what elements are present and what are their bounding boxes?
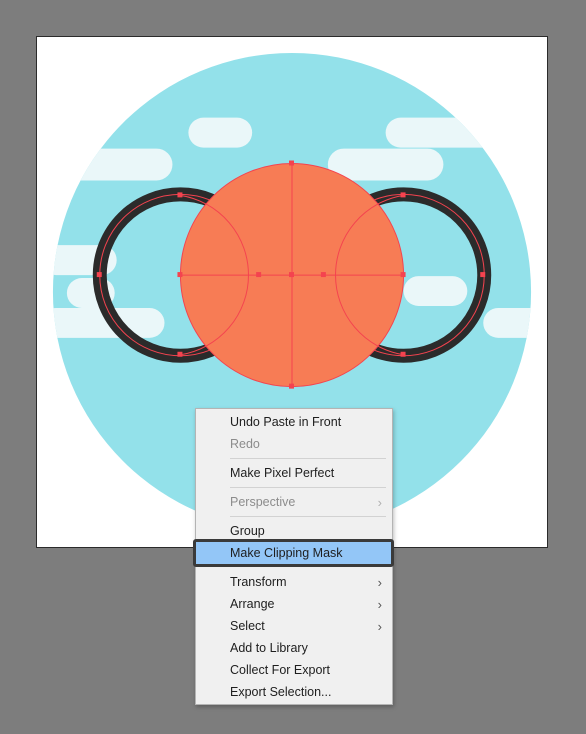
menu-item-make-clipping-mask[interactable]: Make Clipping Mask [193,539,394,567]
menu-item-select[interactable]: Select › [196,616,392,637]
chevron-right-icon: › [377,619,382,634]
menu-item-add-to-library[interactable]: Add to Library [196,638,392,659]
menu-item-label: Select [230,619,265,633]
menu-item-label: Group [230,524,265,538]
anchor-point[interactable] [289,160,294,166]
anchor-point[interactable] [256,272,262,278]
menu-separator [230,516,386,517]
menu-item-collect-for-export[interactable]: Collect For Export [196,660,392,681]
menu-separator [230,458,386,459]
menu-item-label: Undo Paste in Front [230,415,342,429]
menu-item-label: Redo [230,437,260,451]
menu-item-undo-paste-in-front[interactable]: Undo Paste in Front [196,412,392,433]
menu-item-export-selection[interactable]: Export Selection... [196,682,392,703]
menu-item-make-pixel-perfect[interactable]: Make Pixel Perfect [196,463,392,484]
cloud [385,117,532,148]
cloud [403,276,468,306]
anchor-point[interactable] [177,192,183,198]
chevron-right-icon: › [377,575,382,590]
cloud [327,148,444,181]
menu-item-label: Make Clipping Mask [230,546,343,560]
menu-item-arrange[interactable]: Arrange › [196,594,392,615]
menu-separator [230,487,386,488]
anchor-point[interactable] [320,272,326,278]
anchor-point[interactable] [400,192,406,198]
anchor-point[interactable] [480,272,486,278]
menu-item-label: Add to Library [230,641,308,655]
anchor-point[interactable] [96,272,102,278]
chevron-right-icon: › [377,495,382,510]
menu-item-label: Collect For Export [230,663,331,677]
menu-item-transform[interactable]: Transform › [196,572,392,593]
anchor-point[interactable] [289,383,294,389]
cloud [188,117,253,148]
anchor-point[interactable] [400,272,406,278]
menu-item-label: Make Pixel Perfect [230,466,335,480]
menu-item-label: Arrange [230,597,275,611]
chevron-right-icon: › [377,597,382,612]
anchor-point[interactable] [177,272,183,278]
cloud [483,307,532,338]
anchor-point[interactable] [400,351,406,357]
menu-item-label: Export Selection... [230,685,332,699]
menu-item-label: Transform [230,575,287,589]
cloud [52,148,173,181]
menu-item-perspective[interactable]: Perspective › [196,492,392,513]
menu-item-redo[interactable]: Redo [196,434,392,455]
anchor-point[interactable] [177,351,183,357]
anchor-point[interactable] [289,272,294,278]
menu-item-label: Perspective [230,495,296,509]
